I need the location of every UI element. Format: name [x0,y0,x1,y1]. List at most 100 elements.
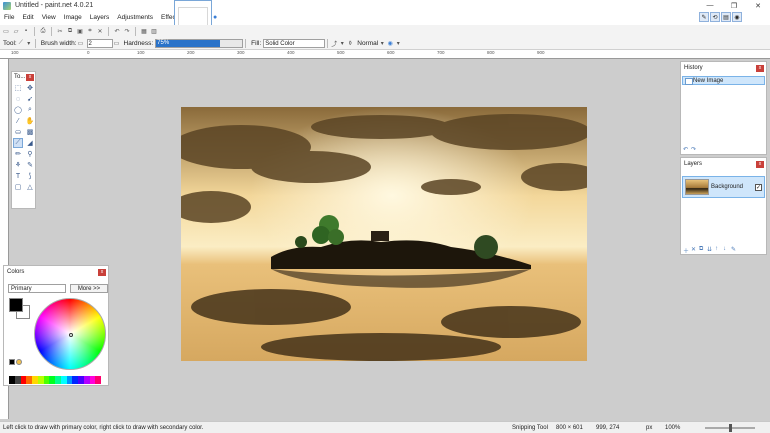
tab-dropdown-icon[interactable]: ● [213,14,217,21]
chevron-down-icon[interactable]: ▾ [394,39,402,47]
restore-button[interactable]: ❐ [722,0,746,11]
close-icon[interactable]: x [26,73,34,81]
close-icon[interactable]: x [98,268,106,276]
close-button[interactable]: ✕ [746,0,770,11]
pan-icon[interactable]: ✋ [25,116,35,126]
new-file-icon[interactable]: ▭ [2,27,10,35]
primary-secondary-select[interactable]: Primary [8,284,66,293]
paintbrush-tool-icon[interactable]: ⟋ [13,138,23,148]
line-curve-icon[interactable]: ⟆ [25,171,35,181]
layer-thumbnail [685,179,709,195]
paintbrush-icon[interactable]: ⟋ [17,39,25,47]
crop-icon[interactable]: ⌗ [86,27,94,35]
copy-icon[interactable]: ⧉ [66,27,74,35]
close-icon[interactable]: x [756,64,764,72]
layer-item[interactable]: Background ✓ [682,176,765,198]
shapes-icon[interactable]: ▢ [13,182,23,192]
color-wheel[interactable] [34,298,106,370]
clone-stamp-icon[interactable]: ⚘ [13,160,23,170]
cut-icon[interactable]: ✂ [56,27,64,35]
recolor-icon[interactable]: ✎ [25,160,35,170]
units-select[interactable]: px [646,423,652,433]
menu-edit[interactable]: Edit [18,11,37,25]
print-icon[interactable]: ⎙ [39,27,47,35]
rectangle-select-icon[interactable]: ⬚ [13,83,23,93]
merge-layer-icon[interactable]: ⇊ [707,246,713,253]
move-layer-up-icon[interactable]: ↑ [715,246,721,252]
add-layer-icon[interactable]: ＋ [683,246,689,255]
more-colors-button[interactable]: More >> [70,284,108,293]
move-selected-icon[interactable]: ➹ [25,94,35,104]
redo-icon[interactable]: ↷ [123,27,131,35]
menu-adjustments[interactable]: Adjustments [113,11,157,25]
paint-bucket-icon[interactable]: ⛀ [13,127,23,137]
colors-toggle-icon[interactable]: ◉ [732,12,742,22]
menu-image[interactable]: Image [60,11,86,25]
fill-select[interactable]: Solid Color [263,38,326,48]
app-icon [3,1,11,10]
move-selection-icon[interactable]: ✥ [25,83,35,93]
blend-mode-icon[interactable]: ⚱ [346,39,354,47]
zoom-level[interactable]: 100% [665,423,680,433]
menu-view[interactable]: View [38,11,60,25]
color-options-icon[interactable] [16,359,22,365]
layer-visibility-checkbox[interactable]: ✓ [755,183,762,191]
palette-swatch[interactable] [101,376,108,384]
decrease-icon[interactable]: ▭ [77,39,85,47]
layer-properties-icon[interactable]: ✎ [731,246,737,253]
move-layer-down-icon[interactable]: ↓ [723,246,729,252]
duplicate-layer-icon[interactable]: ⧉ [699,246,705,252]
paste-icon[interactable]: ▣ [76,27,84,35]
layer-controls: ＋ ✕ ⧉ ⇊ ↑ ↓ ✎ [683,246,737,255]
triangle-shape-icon[interactable]: △ [25,182,35,192]
color-picker-icon[interactable]: ⚲ [25,149,35,159]
tools-toggle-icon[interactable]: ✎ [699,12,709,22]
brush-width-input[interactable]: 2 [86,38,113,48]
text-icon[interactable]: T [13,171,23,181]
zoom-slider-thumb[interactable] [729,424,732,432]
undo-icon[interactable]: ↶ [113,27,121,35]
magic-wand-icon[interactable]: ⁄ [13,116,23,126]
eraser-icon[interactable]: ◢ [25,138,35,148]
history-toggle-icon[interactable]: ⟲ [710,12,720,22]
undo-icon[interactable]: ↶ [683,146,689,153]
gradient-icon[interactable]: ▩ [25,127,35,137]
menu-bar: File Edit View Image Layers Adjustments … [0,11,770,25]
menu-layers[interactable]: Layers [86,11,114,25]
chevron-down-icon[interactable]: ▾ [25,39,33,47]
close-icon[interactable]: x [756,160,764,168]
antialias-icon[interactable]: ⤴ [330,39,338,48]
menu-file[interactable]: File [0,11,18,25]
alpha-blend-icon[interactable]: ◉ [386,39,394,47]
minimize-button[interactable]: — [698,0,722,11]
deselect-icon[interactable]: ✕ [96,27,104,35]
ruler-icon[interactable]: ▥ [150,27,158,35]
colors-panel: Colors x Primary More >> [3,265,109,386]
primary-color-swatch[interactable] [9,298,23,312]
grid-icon[interactable]: ▦ [140,27,148,35]
status-hint: Left click to draw with primary color, r… [3,424,204,431]
chevron-down-icon[interactable]: ▾ [378,39,386,47]
toolbar-divider [51,26,52,36]
colors-panel-header: Colors x [4,266,108,278]
ruler-label: 400 [287,50,295,55]
layers-toggle-icon[interactable]: ▤ [721,12,731,22]
history-item[interactable]: New Image [682,76,765,85]
reset-colors-icon[interactable] [9,359,15,365]
delete-layer-icon[interactable]: ✕ [691,246,697,253]
redo-icon[interactable]: ↷ [691,146,697,153]
chevron-down-icon[interactable]: ▾ [338,39,346,47]
main-toolbar: ▭ ▱ ▪ ⎙ ✂ ⧉ ▣ ⌗ ✕ ↶ ↷ ▦ ▥ [0,25,770,37]
ruler-label: 600 [387,50,395,55]
lasso-select-icon[interactable]: ◌ [13,94,23,104]
save-icon[interactable]: ▪ [22,27,30,35]
zoom-icon[interactable]: ⌕ [25,105,35,115]
ellipse-select-icon[interactable]: ◯ [13,105,23,115]
open-file-icon[interactable]: ▱ [12,27,20,35]
canvas-image[interactable] [181,107,587,361]
increase-icon[interactable]: ▭ [113,39,121,47]
layers-panel-header: Layers x [681,158,766,170]
hardness-slider[interactable]: 75% [155,38,244,48]
blend-mode-select[interactable]: Normal [357,40,378,47]
pencil-icon[interactable]: ✏ [13,149,23,159]
